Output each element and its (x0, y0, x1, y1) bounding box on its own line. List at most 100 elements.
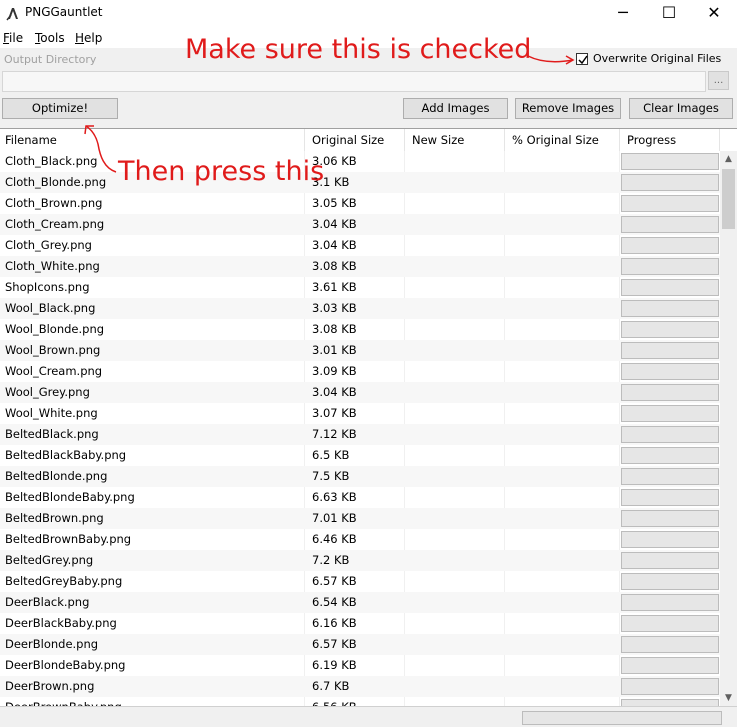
filename-cell: BeltedBlonde.png (5, 469, 108, 483)
overwrite-checkbox[interactable] (576, 53, 588, 65)
scroll-up-icon[interactable]: ▲ (720, 151, 737, 168)
filename-cell: ShopIcons.png (5, 280, 90, 294)
original-size-cell: 3.09 KB (312, 364, 357, 378)
menu-help[interactable]: Help (75, 31, 102, 45)
remove-images-button[interactable]: Remove Images (515, 98, 621, 119)
column-header-percent-original[interactable]: % Original Size (505, 129, 620, 151)
filename-cell: BeltedGreyBaby.png (5, 574, 123, 588)
scroll-thumb[interactable] (722, 169, 735, 229)
progress-bar (621, 300, 719, 317)
progress-bar (621, 531, 719, 548)
clear-images-button[interactable]: Clear Images (629, 98, 733, 119)
table-row[interactable]: DeerBlondeBaby.png 6.19 KB (0, 655, 720, 676)
table-row[interactable]: Cloth_Grey.png 3.04 KB (0, 235, 720, 256)
menu-file[interactable]: File (3, 31, 23, 45)
annotation-arrow-up-icon (84, 125, 117, 173)
annotation-arrow-right-icon (527, 55, 575, 65)
title-bar: PNGGauntlet ─ ☐ ✕ (0, 0, 737, 26)
progress-bar (621, 279, 719, 296)
original-size-cell: 3.04 KB (312, 217, 357, 231)
filename-cell: Wool_Black.png (5, 301, 96, 315)
progress-bar (621, 384, 719, 401)
table-row[interactable]: BeltedBrownBaby.png 6.46 KB (0, 529, 720, 550)
progress-bar (621, 678, 719, 695)
original-size-cell: 6.54 KB (312, 595, 357, 609)
close-button[interactable]: ✕ (691, 0, 737, 26)
filename-cell: Cloth_Grey.png (5, 238, 92, 252)
original-size-cell: 3.05 KB (312, 196, 357, 210)
menu-tools[interactable]: Tools (35, 31, 65, 45)
original-size-cell: 3.01 KB (312, 343, 357, 357)
column-header-original-size[interactable]: Original Size (305, 129, 405, 151)
original-size-cell: 6.57 KB (312, 637, 357, 651)
progress-bar (621, 447, 719, 464)
add-images-button[interactable]: Add Images (403, 98, 508, 119)
maximize-button[interactable]: ☐ (646, 0, 692, 26)
table-row[interactable]: BeltedBlonde.png 7.5 KB (0, 466, 720, 487)
progress-bar (621, 468, 719, 485)
column-header-new-size[interactable]: New Size (405, 129, 505, 151)
filename-cell: Cloth_Cream.png (5, 217, 105, 231)
table-row[interactable]: BeltedBlackBaby.png 6.5 KB (0, 445, 720, 466)
table-row[interactable]: DeerBlonde.png 6.57 KB (0, 634, 720, 655)
table-row[interactable]: BeltedGreyBaby.png 6.57 KB (0, 571, 720, 592)
browse-button[interactable]: ... (708, 71, 729, 90)
progress-bar (621, 216, 719, 233)
scroll-down-icon[interactable]: ▼ (720, 690, 737, 707)
table-row[interactable]: Wool_Cream.png 3.09 KB (0, 361, 720, 382)
table-row[interactable]: BeltedBlondeBaby.png 6.63 KB (0, 487, 720, 508)
output-directory-label: Output Directory (4, 53, 97, 66)
progress-bar (621, 195, 719, 212)
progress-bar (621, 573, 719, 590)
original-size-cell: 6.57 KB (312, 574, 357, 588)
table-row[interactable]: BeltedGrey.png 7.2 KB (0, 550, 720, 571)
file-list[interactable]: Filename Original Size New Size % Origin… (0, 128, 737, 707)
minimize-button[interactable]: ─ (600, 0, 646, 26)
table-row[interactable]: BeltedBlack.png 7.12 KB (0, 424, 720, 445)
original-size-cell: 6.5 KB (312, 448, 350, 462)
original-size-cell: 7.01 KB (312, 511, 357, 525)
status-bar (0, 706, 737, 727)
column-header-filename[interactable]: Filename (0, 129, 305, 151)
table-row[interactable]: DeerBlack.png 6.54 KB (0, 592, 720, 613)
progress-bar (621, 321, 719, 338)
original-size-cell: 3.08 KB (312, 322, 357, 336)
filename-cell: BeltedBlack.png (5, 427, 99, 441)
progress-bar (621, 510, 719, 527)
table-row[interactable]: Cloth_White.png 3.08 KB (0, 256, 720, 277)
progress-bar (621, 615, 719, 632)
table-row[interactable]: Wool_Grey.png 3.04 KB (0, 382, 720, 403)
optimize-button[interactable]: Optimize! (2, 98, 118, 119)
filename-cell: DeerBlackBaby.png (5, 616, 117, 630)
filename-cell: Wool_Brown.png (5, 343, 101, 357)
table-row[interactable]: Wool_Black.png 3.03 KB (0, 298, 720, 319)
table-row[interactable]: Cloth_Cream.png 3.04 KB (0, 214, 720, 235)
progress-bar (621, 153, 719, 170)
output-directory-input[interactable] (2, 71, 706, 92)
filename-cell: BeltedBlackBaby.png (5, 448, 127, 462)
progress-bar (621, 552, 719, 569)
progress-bar (621, 426, 719, 443)
table-row[interactable]: Wool_Brown.png 3.01 KB (0, 340, 720, 361)
table-row[interactable]: DeerBlackBaby.png 6.16 KB (0, 613, 720, 634)
filename-cell: BeltedGrey.png (5, 553, 94, 567)
filename-cell: DeerBlonde.png (5, 637, 99, 651)
vertical-scrollbar[interactable]: ▲ ▼ (720, 151, 737, 707)
table-row[interactable]: Wool_White.png 3.07 KB (0, 403, 720, 424)
column-header-progress[interactable]: Progress (620, 129, 720, 151)
original-size-cell: 6.19 KB (312, 658, 357, 672)
table-rows: Cloth_Black.png 3.06 KB Cloth_Blonde.png 3.… (0, 151, 720, 707)
original-size-cell: 3.08 KB (312, 259, 357, 273)
filename-cell: Wool_Cream.png (5, 364, 103, 378)
progress-bar (621, 342, 719, 359)
table-row[interactable]: ShopIcons.png 3.61 KB (0, 277, 720, 298)
table-row[interactable]: Cloth_Brown.png 3.05 KB (0, 193, 720, 214)
original-size-cell: 6.63 KB (312, 490, 357, 504)
table-row[interactable]: Wool_Blonde.png 3.08 KB (0, 319, 720, 340)
progress-bar (621, 174, 719, 191)
filename-cell: Wool_White.png (5, 406, 98, 420)
table-row[interactable]: DeerBrown.png 6.7 KB (0, 676, 720, 697)
annotation-check-note: Make sure this is checked (185, 34, 532, 65)
original-size-cell: 6.46 KB (312, 532, 357, 546)
table-row[interactable]: BeltedBrown.png 7.01 KB (0, 508, 720, 529)
